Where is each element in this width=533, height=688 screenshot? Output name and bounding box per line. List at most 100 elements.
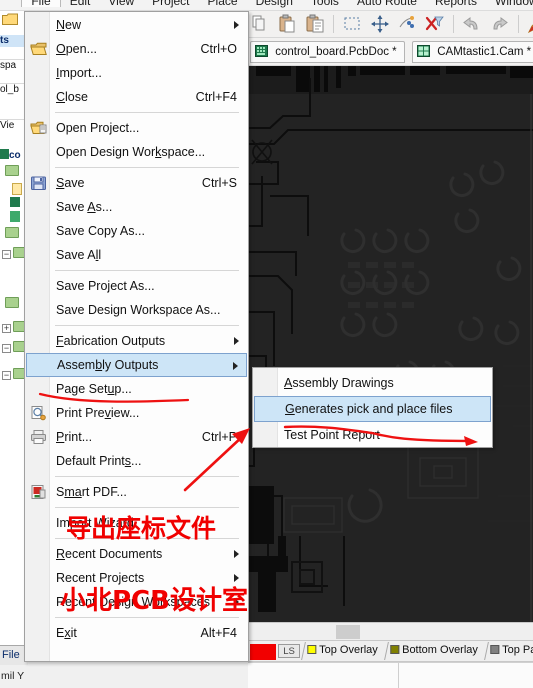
menu-item-label: Print Preview... [56,406,140,420]
menu-item-open[interactable]: Open... Ctrl+O [26,37,247,61]
menubar-item-design[interactable]: Design [247,0,302,7]
menu-separator [55,167,239,168]
deselect-icon[interactable] [396,13,418,35]
menu-item-save-design-workspace-as[interactable]: Save Design Workspace As... [26,298,247,322]
status-strip [248,662,533,688]
clear-filter-icon[interactable] [423,13,445,35]
menubar-item-edit[interactable]: Edit [61,0,100,7]
menu-item-fabrication-outputs[interactable]: Fabrication Outputs [26,329,247,353]
move-icon[interactable] [369,13,391,35]
menu-item-label: Page Setup... [56,382,132,396]
tree-file-1[interactable] [12,183,22,197]
menu-item-print[interactable]: Print... Ctrl+P [26,425,247,449]
minus-icon[interactable]: − [2,250,11,259]
minus-icon[interactable]: − [2,344,11,353]
menubar-item-reports[interactable]: Reports [426,0,486,7]
edit-toolbar: (N [248,11,533,38]
menu-item-new[interactable]: New [26,13,247,37]
layer-tab-top-paste[interactable]: Top Pa [483,641,533,660]
menubar-item-project[interactable]: Project [143,0,198,7]
menu-item-label: Save As... [56,200,113,214]
menu-item-default-prints[interactable]: Default Prints... [26,449,247,473]
menubar-item-window[interactable]: Window [486,0,533,7]
menu-separator [55,476,239,477]
tree-folder-3[interactable] [5,297,19,310]
document-tab-camtastic[interactable]: CAMtastic1.Cam * [412,41,533,63]
undo-icon[interactable] [461,13,483,35]
folder-icon [5,297,19,308]
submenu-item-test-point-report[interactable]: Test Point Report [254,422,491,448]
open-project-icon [30,120,47,136]
menubar-item-place[interactable]: Place [199,0,247,7]
copy-icon[interactable] [249,13,271,35]
menu-item-smart-pdf[interactable]: Smart PDF... [26,480,247,504]
assembly-outputs-submenu[interactable]: Assembly Drawings Generates pick and pla… [252,367,493,448]
document-tab-pcbdoc[interactable]: control_board.PcbDoc * [250,41,405,63]
menu-item-save-as[interactable]: Save As... [26,195,247,219]
menubar-item-tools[interactable]: Tools [302,0,348,7]
menu-item-save-copy-as[interactable]: Save Copy As... [26,219,247,243]
scrollbar-thumb[interactable] [336,625,360,639]
pcb-doc-icon [0,149,9,159]
menubar-item-auto-route[interactable]: Auto Route [348,0,426,7]
menu-item-label: Open Project... [56,121,140,135]
layer-color-swatch [307,644,317,654]
menu-item-label: Exit [56,626,77,640]
menu-separator [55,112,239,113]
tree-folder-1[interactable] [5,165,19,178]
menu-item-print-preview[interactable]: Print Preview... [26,401,247,425]
file-menu-popup[interactable]: New Open... Ctrl+O Import... Close Ctrl+… [24,11,249,662]
layer-tab-top-overlay[interactable]: Top Overlay [301,641,385,660]
menu-item-label: Save All [56,248,102,262]
minus-icon[interactable]: − [2,371,11,380]
menubar-item-view[interactable]: View [99,0,143,7]
menu-item-import[interactable]: Import... [26,61,247,85]
highlight-pen-icon[interactable] [526,13,533,35]
document-tab-bar: control_board.PcbDoc * CAMtastic1.Cam * [248,38,533,66]
layer-color-swatch [390,644,400,654]
menu-item-recent-documents[interactable]: Recent Documents [26,542,247,566]
menu-item-save[interactable]: Save Ctrl+S [26,171,247,195]
menu-item-label: Import... [56,66,102,80]
select-area-icon[interactable] [341,13,363,35]
chevron-right-icon [233,362,238,370]
submenu-item-assembly-drawings[interactable]: Assembly Drawings [254,370,491,396]
paste-icon[interactable] [276,13,298,35]
tree-file-3[interactable] [10,211,20,226]
menu-item-assembly-outputs[interactable]: Assembly Outputs [26,353,247,377]
chevron-right-icon [234,337,239,345]
panel-row-label: co [9,150,21,161]
open-folder-icon [30,41,47,57]
pcb-canvas[interactable] [248,66,533,622]
menubar-item-file[interactable]: File [21,0,61,7]
tree-folder-2[interactable] [5,227,19,240]
paste-special-icon[interactable] [304,13,326,35]
folder-icon [5,165,19,176]
menu-item-open-project[interactable]: Open Project... [26,116,247,140]
canvas-horizontal-scrollbar[interactable] [248,622,533,640]
menu-item-close[interactable]: Close Ctrl+F4 [26,85,247,109]
tree-file-2[interactable] [10,197,20,211]
menu-item-save-all[interactable]: Save All [26,243,247,267]
menu-item-save-project-as[interactable]: Save Project As... [26,274,247,298]
application-window: File Edit View Project Place Design Tools Auto … [0,0,533,688]
document-tab-label: control_board.PcbDoc * [275,46,397,58]
submenu-item-generates-pick-and-place-files[interactable]: Generates pick and place files [254,396,491,422]
layer-tab-label: Bottom Overlay [401,643,478,656]
layer-sets-button[interactable]: LS [278,643,300,658]
pcb-doc-icon [10,197,20,207]
annotation-text-watermark: 小北PCB设计室 [60,586,248,616]
toolbar-separator [517,15,519,33]
menu-item-accel: Ctrl+F4 [195,90,237,104]
layer-color-swatch [489,644,499,654]
plus-icon[interactable]: + [2,324,11,333]
menu-item-page-setup[interactable]: Page Setup... [26,377,247,401]
menu-item-open-design-workspace[interactable]: Open Design Workspace... [26,140,247,164]
redo-icon[interactable] [488,13,510,35]
menu-item-exit[interactable]: Exit Alt+F4 [26,621,247,645]
annotation-text-export-coordinates: 导出座标文件 [66,514,217,543]
layer-tab-bottom-overlay[interactable]: Bottom Overlay [383,641,485,660]
panel-open-icon[interactable] [2,13,18,30]
menu-item-label: Open... [56,42,98,56]
active-layer-swatch[interactable] [250,644,276,660]
